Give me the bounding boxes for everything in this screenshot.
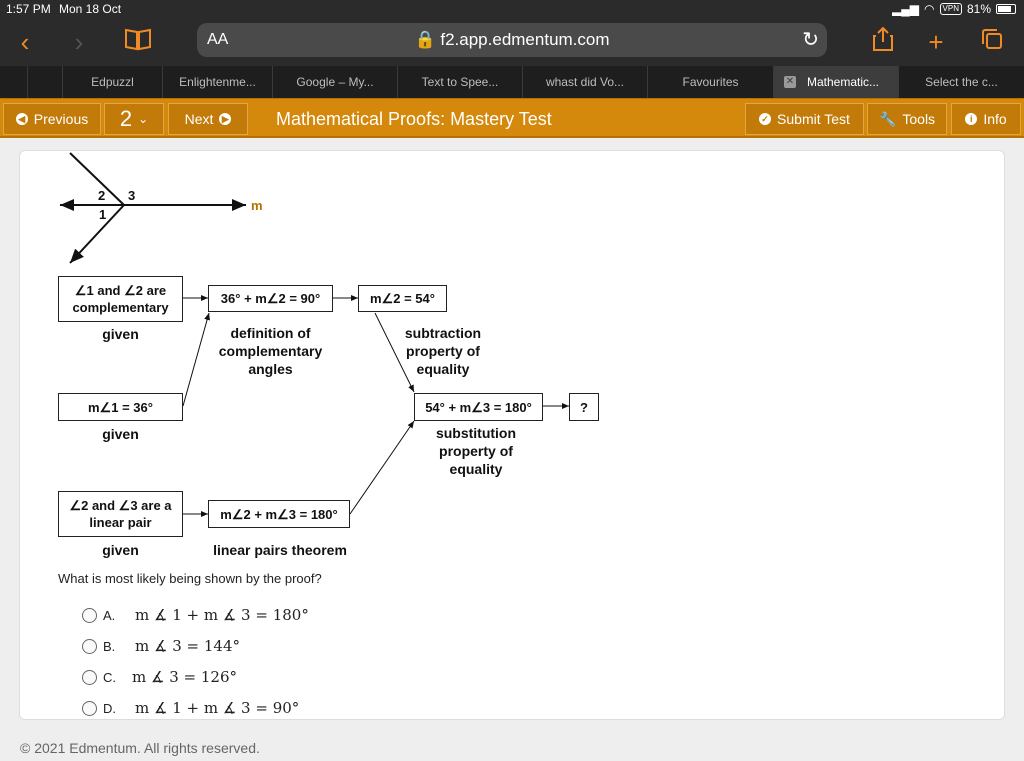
statement-m2-54: m∠2 = 54° xyxy=(358,285,447,312)
choice-a-letter: A. xyxy=(103,607,116,623)
statement-complementary: ∠1 and ∠2 are complementary xyxy=(58,276,183,322)
statement-linear-pair: ∠2 and ∠3 are a linear pair xyxy=(58,491,183,537)
angle-1-label: 1 xyxy=(99,207,106,222)
line-m-label: m xyxy=(251,198,263,213)
choice-d-letter: D. xyxy=(103,700,116,716)
statement-54-plus-m3: 54° + m∠3 = 180° xyxy=(414,393,543,421)
choice-c-letter: C. xyxy=(103,669,116,685)
choice-a[interactable]: A. m ∡ 1 + m ∡ 3 = 180° xyxy=(82,605,309,625)
reason-given-1: given xyxy=(102,326,139,342)
choice-c-text: m ∡ 3 = 126° xyxy=(132,668,237,686)
statement-m2-plus-m3: m∠2 + m∠3 = 180° xyxy=(208,500,350,528)
reason-given-2: given xyxy=(102,426,139,442)
statement-36-plus-m2: 36° + m∠2 = 90° xyxy=(208,285,333,312)
question-text: What is most likely being shown by the p… xyxy=(58,571,322,586)
choice-d[interactable]: D. m ∡ 1 + m ∡ 3 = 90° xyxy=(82,698,299,718)
choice-b-letter: B. xyxy=(103,638,116,654)
choice-d-text: m ∡ 1 + m ∡ 3 = 90° xyxy=(135,699,300,717)
statement-m1-36: m∠1 = 36° xyxy=(58,393,183,421)
angle-figure: 2 3 1 m xyxy=(60,152,263,264)
radio-a[interactable] xyxy=(82,607,97,623)
radio-d[interactable] xyxy=(82,700,97,716)
radio-c[interactable] xyxy=(82,669,97,685)
radio-b[interactable] xyxy=(82,638,97,654)
reason-linear-pairs-theorem: linear pairs theorem xyxy=(213,542,347,558)
statement-unknown: ? xyxy=(569,393,599,421)
angle-2-label: 2 xyxy=(98,188,105,203)
copyright-footer: © 2021 Edmentum. All rights reserved. xyxy=(20,740,260,756)
reason-substitution-property: substitution property of equality xyxy=(435,425,517,477)
choice-a-text: m ∡ 1 + m ∡ 3 = 180° xyxy=(135,606,309,624)
choice-b[interactable]: B. m ∡ 3 = 144° xyxy=(82,636,240,656)
reason-subtraction-property: subtraction property of equality xyxy=(404,325,482,377)
choice-b-text: m ∡ 3 = 144° xyxy=(135,637,240,655)
reason-given-3: given xyxy=(102,542,139,558)
choice-c[interactable]: C. m ∡ 3 = 126° xyxy=(82,667,237,687)
reason-definition-complementary: definition of complementary angles xyxy=(218,325,323,377)
angle-3-label: 3 xyxy=(128,188,135,203)
